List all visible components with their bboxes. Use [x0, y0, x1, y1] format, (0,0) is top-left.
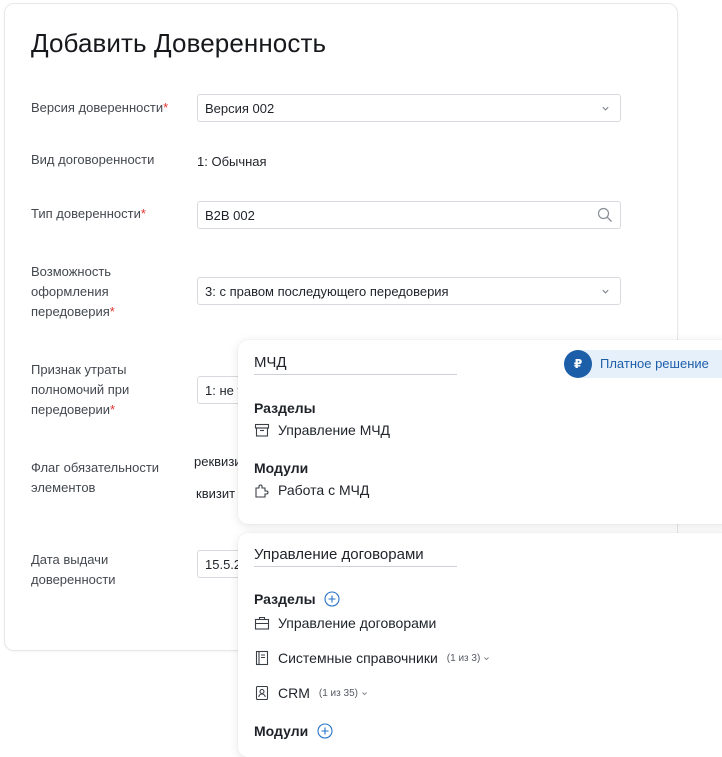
version-select[interactable]: Версия 002: [197, 94, 621, 122]
add-section-icon[interactable]: [324, 591, 341, 607]
search-icon[interactable]: [597, 207, 613, 223]
redelegation-select-value: 3: с правом последующего передоверия: [205, 284, 449, 299]
redelegation-select[interactable]: 3: с правом последующего передоверия: [197, 277, 621, 305]
mchd-modules-heading: Модули: [254, 460, 309, 476]
mandatory-elements-label: Флаг обязательности элементов: [31, 460, 160, 495]
mchd-panel-title: МЧД: [254, 354, 287, 371]
briefcase-icon: [254, 616, 270, 630]
puzzle-icon: [255, 484, 269, 498]
mchd-section-label: Управление МЧД: [278, 422, 391, 438]
contracts-panel-title: Управление договорами: [254, 546, 424, 563]
ruble-icon: ₽: [564, 350, 592, 378]
chevron-down-icon[interactable]: [361, 690, 368, 697]
type-lookup-field[interactable]: B2B 002: [197, 201, 621, 229]
title-underline: [254, 566, 457, 567]
redelegation-label: Возможность оформления передоверия*: [31, 264, 115, 319]
version-label: Версия доверенности*: [31, 100, 169, 115]
title-underline: [254, 374, 457, 375]
type-label: Тип доверенности*: [31, 206, 146, 221]
page-title: Добавить Доверенность: [31, 28, 327, 58]
crm-item[interactable]: CRM (1 из 35): [254, 685, 368, 701]
issue-date-label: Дата выдачи доверенности: [31, 552, 116, 587]
loss-of-authority-label: Признак утраты полномочий при передовери…: [31, 362, 130, 417]
type-field-value: B2B 002: [205, 208, 255, 223]
contracts-modules-heading: Модули: [254, 723, 333, 739]
mchd-module-item[interactable]: Работа с МЧД: [254, 482, 369, 498]
mandatory-elements-value-1: реквизи: [194, 454, 242, 469]
book-icon: [255, 650, 269, 666]
crm-label: CRM: [278, 685, 310, 701]
system-directories-label: Системные справочники: [278, 650, 438, 666]
contact-card-icon: [255, 685, 269, 701]
contracts-section-item[interactable]: Управление договорами: [254, 615, 436, 631]
contract-management-panel: Управление договорами Разделы Управление…: [238, 533, 722, 757]
system-directories-count: (1 из 3): [446, 652, 481, 664]
add-module-icon[interactable]: [317, 723, 333, 739]
crm-count: (1 из 35): [318, 687, 358, 699]
version-select-value: Версия 002: [205, 101, 275, 116]
mandatory-elements-value-2: квизит: [196, 486, 236, 501]
archive-box-icon: [254, 423, 270, 437]
contract-kind-value: 1: Обычная: [197, 154, 267, 169]
chevron-down-icon: [602, 106, 609, 111]
system-directories-item[interactable]: Системные справочники (1 из 3): [254, 650, 490, 666]
issue-date-value: 15.5.2: [205, 557, 242, 572]
paid-solution-label: Платное решение: [600, 356, 709, 371]
contract-kind-label: Вид договоренности: [31, 152, 155, 167]
chevron-down-icon: [602, 289, 609, 294]
contracts-sections-heading: Разделы: [254, 591, 341, 607]
mchd-solution-panel: МЧД ₽ Платное решение Разделы Управление…: [238, 340, 722, 524]
mchd-sections-heading: Разделы: [254, 400, 316, 416]
contracts-section-label: Управление договорами: [278, 615, 437, 631]
chevron-down-icon[interactable]: [483, 655, 490, 662]
paid-solution-badge[interactable]: ₽ Платное решение: [564, 350, 722, 378]
mchd-module-label: Работа с МЧД: [278, 482, 370, 498]
mchd-section-item[interactable]: Управление МЧД: [254, 422, 390, 438]
